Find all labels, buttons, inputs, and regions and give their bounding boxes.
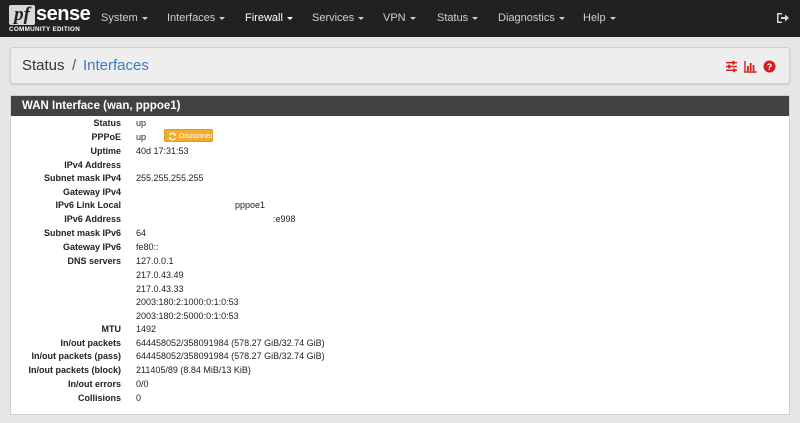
nav-help[interactable]: Help	[583, 0, 616, 37]
dns-server-3: 217.0.43.33	[136, 284, 184, 294]
question-circle-icon[interactable]: ?	[763, 60, 776, 73]
caret-down-icon	[409, 16, 416, 20]
nav-services-label: Services	[312, 12, 355, 24]
top-navbar: pf sense COMMUNITY EDITION System Interf…	[0, 0, 800, 37]
subnet-mask-ipv6-label: Subnet mask IPv6	[43, 228, 121, 238]
panel-title: WAN Interface (wan, pppoe1)	[11, 96, 789, 116]
nav-vpn[interactable]: VPN	[383, 0, 416, 37]
dns-server-4: 2003:180:2:1000:0:1:0:53	[136, 297, 239, 307]
in-out-packets-pass-value: 644458052/358091984 (578.27 GiB/32.74 Gi…	[136, 351, 325, 361]
disconnect-button[interactable]: Disconnect	[164, 129, 217, 142]
in-out-packets-pass-label: In/out packets (pass)	[31, 351, 121, 361]
nav-diagnostics[interactable]: Diagnostics	[498, 0, 565, 37]
sliders-icon[interactable]	[725, 60, 738, 73]
nav-status-label: Status	[437, 12, 469, 24]
dns-server-5: 2003:180:2:5000:0:1:0:53	[136, 311, 239, 321]
subnet-mask-ipv6-value: 64	[136, 228, 147, 238]
disconnect-label: Disconnect	[179, 131, 217, 140]
caret-down-icon	[558, 16, 565, 20]
pppoe-label: PPPoE	[91, 132, 121, 142]
caret-down-icon	[472, 16, 479, 20]
collisions-value: 0	[136, 393, 142, 403]
caret-down-icon	[286, 16, 293, 20]
nav-firewall[interactable]: Firewall	[245, 0, 293, 37]
breadcrumb: Status / Interfaces ?	[10, 47, 790, 84]
nav-help-label: Help	[583, 12, 606, 24]
collisions-label: Collisions	[77, 393, 121, 403]
gateway-ipv6-value: fe80::	[136, 242, 159, 252]
mtu-value: 1492	[136, 324, 157, 334]
breadcrumb-tools: ?	[725, 60, 781, 73]
ipv6-link-local-value: pppoe1	[235, 200, 266, 210]
caret-down-icon	[609, 16, 616, 20]
dns-servers-label: DNS servers	[67, 256, 121, 266]
pfsense-logo[interactable]: pf sense COMMUNITY EDITION	[9, 3, 91, 33]
in-out-packets-value: 644458052/358091984 (578.27 GiB/32.74 Gi…	[136, 338, 325, 348]
nav-services[interactable]: Services	[312, 0, 365, 37]
svg-text:?: ?	[767, 62, 773, 72]
nav-diagnostics-label: Diagnostics	[498, 12, 555, 24]
caret-down-icon	[141, 16, 148, 20]
sign-out-icon[interactable]	[776, 11, 790, 25]
nav-status[interactable]: Status	[437, 0, 479, 37]
in-out-packets-label: In/out packets	[60, 338, 121, 348]
uptime-value: 40d 17:31:53	[136, 146, 189, 156]
dns-server-2: 217.0.43.49	[136, 270, 184, 280]
bar-chart-icon[interactable]	[744, 60, 757, 73]
nav-interfaces[interactable]: Interfaces	[167, 0, 226, 37]
ipv6-address-value: :e998	[273, 214, 296, 224]
status-label: Status	[93, 118, 121, 128]
in-out-packets-block-value: 211405/89 (8.84 MiB/13 KiB)	[136, 365, 251, 375]
logo-wordmark: sense	[36, 3, 91, 25]
status-value: up	[136, 118, 147, 128]
refresh-icon	[169, 132, 176, 141]
in-out-packets-block-label: In/out packets (block)	[28, 365, 121, 375]
pppoe-value: up	[136, 132, 147, 142]
logo-edition: COMMUNITY EDITION	[9, 26, 81, 33]
breadcrumb-separator: /	[72, 57, 77, 74]
breadcrumb-current[interactable]: Interfaces	[83, 57, 149, 74]
in-out-errors-value: 0/0	[136, 379, 149, 389]
dns-server-1: 127.0.0.1	[136, 256, 174, 266]
in-out-errors-label: In/out errors	[67, 379, 121, 389]
ipv6-link-local-label: IPv6 Link Local	[55, 200, 121, 210]
nav-system-label: System	[101, 12, 138, 24]
nav-firewall-label: Firewall	[245, 12, 283, 24]
caret-down-icon	[358, 16, 365, 20]
subnet-mask-ipv4-value: 255.255.255.255	[136, 173, 204, 183]
uptime-label: Uptime	[90, 146, 121, 156]
subnet-mask-ipv4-label: Subnet mask IPv4	[43, 173, 121, 183]
gateway-ipv4-label: Gateway IPv4	[62, 187, 121, 197]
caret-down-icon	[219, 16, 226, 20]
nav-interfaces-label: Interfaces	[167, 12, 216, 24]
gateway-ipv6-label: Gateway IPv6	[62, 242, 121, 252]
mtu-label: MTU	[101, 324, 122, 334]
ipv6-address-label: IPv6 Address	[64, 214, 121, 224]
breadcrumb-parent: Status	[22, 57, 65, 74]
nav-system[interactable]: System	[101, 0, 148, 37]
nav-vpn-label: VPN	[383, 12, 406, 24]
logo-pf-mark: pf	[9, 5, 35, 25]
ipv4-address-label: IPv4 Address	[64, 160, 121, 170]
wan-interface-panel: WAN Interface (wan, pppoe1) Status up PP…	[10, 95, 790, 415]
